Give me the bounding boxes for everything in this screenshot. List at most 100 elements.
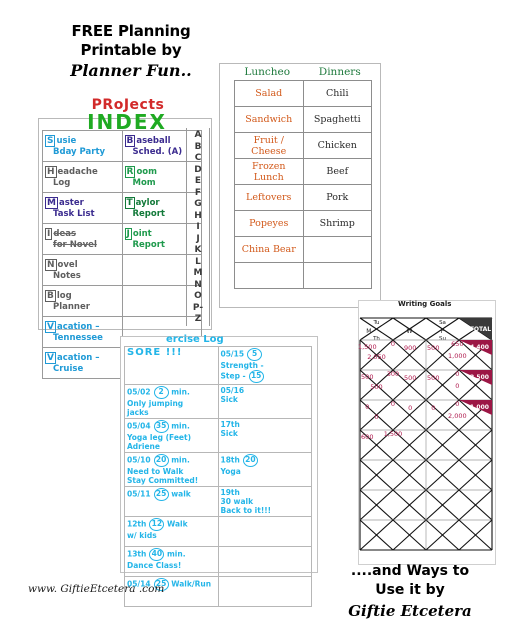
- exercise-date: 13th 40 min.: [127, 548, 216, 561]
- alphabet-tab-n[interactable]: N: [187, 280, 209, 290]
- exercise-cell-right[interactable]: [217, 546, 312, 577]
- alphabet-tab-f[interactable]: F: [187, 188, 209, 198]
- meal-dinner-cell[interactable]: [302, 262, 372, 289]
- exercise-minutes-badge: 40: [149, 548, 165, 561]
- index-line-2: Log: [53, 178, 71, 188]
- meal-lunch-cell[interactable]: Salad: [234, 80, 304, 107]
- header-line-1: FREE Planning: [71, 22, 191, 40]
- index-cell-left[interactable]: Vacation – Cruise: [42, 347, 123, 379]
- exercise-cell-right[interactable]: 05/16 Sick: [217, 384, 312, 419]
- exercise-cell-right[interactable]: 19th 30 walk Back to it!!!: [217, 486, 312, 517]
- table-row: SORE !!! 05/15 5 Strength - Step -15: [124, 346, 312, 385]
- meal-dinner-cell[interactable]: [302, 236, 372, 263]
- meal-dinner-cell[interactable]: Beef: [302, 158, 372, 185]
- index-initial-box: S: [45, 135, 56, 147]
- index-initial-box: R: [124, 166, 136, 178]
- table-row: Novel Notes: [42, 254, 202, 286]
- meal-lunch-cell[interactable]: Fruit / Cheese: [234, 132, 304, 159]
- index-line-2: Planner: [53, 302, 90, 312]
- meal-lunch-cell[interactable]: Leftovers: [234, 184, 304, 211]
- alphabet-tab-a[interactable]: A: [187, 130, 209, 140]
- exercise-cell-left[interactable]: 05/10 20 min. Need to Walk Stay Committed!: [124, 452, 219, 487]
- exercise-cell-right[interactable]: [217, 576, 312, 607]
- meal-header-lunch: Luncheo: [244, 66, 291, 78]
- table-row: 05/04 35 min. Yoga leg (Feet) Adriene 17th Si…: [124, 418, 312, 453]
- exercise-date: 19th: [220, 488, 240, 497]
- meal-dinner-cell[interactable]: Shrimp: [302, 210, 372, 237]
- exercise-cell-left[interactable]: 05/11 25 walk: [124, 486, 219, 517]
- index-initial-box: V: [45, 352, 56, 364]
- exercise-cell-right[interactable]: 17th Sick: [217, 418, 312, 453]
- alphabet-tab-p[interactable]: P-: [187, 303, 209, 313]
- exercise-cell-left[interactable]: 05/02 2 min. Only jumping jacks: [124, 384, 219, 419]
- alphabet-tab-d[interactable]: D: [187, 165, 209, 175]
- meal-dinner-cell[interactable]: Pork: [302, 184, 372, 211]
- meal-header-dinner: Dinners: [318, 66, 361, 78]
- alphabet-tab-b[interactable]: B: [187, 142, 209, 152]
- wg-value: W: [407, 328, 413, 335]
- meal-dinner-cell[interactable]: Chicken: [302, 132, 372, 159]
- exercise-cell-left[interactable]: 05/04 35 min. Yoga leg (Feet) Adriene: [124, 418, 219, 453]
- alphabet-tab-e[interactable]: E: [187, 176, 209, 186]
- alphabet-tab-m[interactable]: M: [187, 268, 209, 278]
- exercise-unit: walk: [168, 489, 191, 499]
- meal-lunch-cell[interactable]: [234, 262, 304, 289]
- wg-value: 500: [427, 344, 439, 352]
- meal-lunch-cell[interactable]: Frozen Lunch: [234, 158, 304, 185]
- exercise-cell-left[interactable]: 13th 40 min. Dance Class!: [124, 546, 219, 577]
- alphabet-tab-z[interactable]: Z: [187, 314, 209, 324]
- index-line-1: acation –: [56, 353, 100, 363]
- wg-value: 500: [404, 374, 416, 382]
- exercise-note-1: Dance Class!: [127, 561, 182, 570]
- wg-value: Tu: [372, 320, 379, 326]
- table-row: Susie Bday Party Baseball Sched. (A): [42, 130, 202, 162]
- wg-value: Sa: [439, 320, 446, 326]
- alphabet-tab-i[interactable]: I: [187, 222, 209, 232]
- alphabet-tab-l[interactable]: L: [187, 257, 209, 267]
- exercise-cell-left[interactable]: SORE !!!: [124, 346, 219, 385]
- wg-value: 0: [455, 370, 459, 378]
- exercise-cell-left[interactable]: 12th 12 Walk w/ kids: [124, 516, 219, 547]
- meal-lunch-cell[interactable]: China Bear: [234, 236, 304, 263]
- index-cell-left[interactable]: Blog Planner: [42, 285, 123, 317]
- meal-lunch-cell[interactable]: Sandwich: [234, 106, 304, 133]
- index-cell-left[interactable]: Master Task List: [42, 192, 123, 224]
- wg-value: 0: [431, 404, 435, 412]
- alphabet-tab-c[interactable]: C: [187, 153, 209, 163]
- index-initial-box: M: [45, 197, 58, 209]
- wg-value: 1,000: [448, 352, 467, 360]
- index-cell-left[interactable]: Ideas for Novel: [42, 223, 123, 255]
- meal-dinner-cell[interactable]: Spaghetti: [302, 106, 372, 133]
- alphabet-tab-k[interactable]: K: [187, 245, 209, 255]
- index-initial-box: I: [45, 228, 53, 240]
- index-cell-left[interactable]: Susie Bday Party: [42, 130, 123, 162]
- index-cell-left[interactable]: Novel Notes: [42, 254, 123, 286]
- table-row: Leftovers Pork: [234, 184, 372, 211]
- alphabet-tab-j[interactable]: J: [187, 234, 209, 244]
- exercise-cell-right[interactable]: 18th 20 Yoga: [217, 452, 312, 487]
- wg-value: 0: [408, 404, 412, 412]
- exercise-date: 05/02 2 min.: [127, 386, 216, 399]
- meal-lunch-cell[interactable]: Popeyes: [234, 210, 304, 237]
- exercise-note-2: jacks: [127, 408, 149, 417]
- exercise-cell-right[interactable]: 05/15 5 Strength - Step -15: [217, 346, 312, 385]
- wg-value: 0: [391, 340, 395, 348]
- alphabet-tab-o[interactable]: O: [187, 291, 209, 301]
- table-row: Frozen Lunch Beef: [234, 158, 372, 185]
- wg-value: 500: [427, 374, 439, 382]
- index-cell-left[interactable]: Vacation – Tennessee: [42, 316, 123, 348]
- exercise-minutes-badge: 25: [153, 488, 169, 501]
- exercise-cell-right[interactable]: [217, 516, 312, 547]
- exercise-unit: min.: [168, 421, 190, 431]
- table-row: Ideas for Novel Joint Report: [42, 223, 202, 255]
- meal-dinner-cell[interactable]: Chili: [302, 80, 372, 107]
- alphabet-tab-g[interactable]: G: [187, 199, 209, 209]
- alphabet-tab-h[interactable]: H: [187, 211, 209, 221]
- wg-value: 2,000: [448, 412, 467, 420]
- table-row: Fruit / Cheese Chicken: [234, 132, 372, 159]
- index-cell-left[interactable]: Headache Log: [42, 161, 123, 193]
- table-row: 12th 12 Walk w/ kids: [124, 516, 312, 547]
- alphabet-tab-column[interactable]: A B C D E F G H I J K L M N O P- Z: [186, 128, 210, 326]
- wg-value: 650: [451, 340, 463, 348]
- exercise-note-2: Step -15: [221, 370, 310, 383]
